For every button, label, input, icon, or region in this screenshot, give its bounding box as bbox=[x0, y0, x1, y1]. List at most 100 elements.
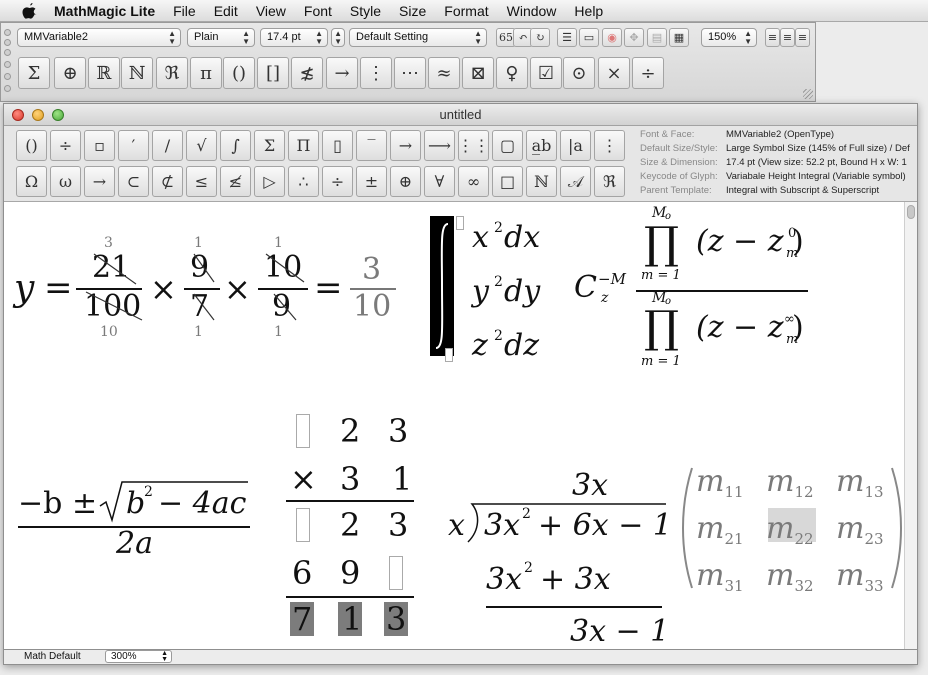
align-center-button[interactable]: ≡ bbox=[780, 28, 795, 47]
template-button[interactable]: ⋮ bbox=[594, 130, 625, 161]
palette-close-dot[interactable] bbox=[4, 29, 11, 36]
template-button[interactable]: √ bbox=[186, 130, 217, 161]
setting-popup[interactable]: Default Setting ▲ ▼ bbox=[349, 28, 487, 47]
palette-zoom-dot[interactable] bbox=[4, 49, 11, 56]
template-button[interactable]: ∞ bbox=[458, 166, 489, 197]
template-button[interactable]: ′ bbox=[118, 130, 149, 161]
menu-help[interactable]: Help bbox=[565, 0, 612, 22]
template-button[interactable]: ≤ bbox=[186, 166, 217, 197]
empty-slot[interactable] bbox=[296, 414, 310, 448]
template-button[interactable]: ⊕ bbox=[390, 166, 421, 197]
template-button[interactable]: ⊂ bbox=[118, 166, 149, 197]
template-button[interactable]: ∀ bbox=[424, 166, 455, 197]
template-button[interactable]: ± bbox=[356, 166, 387, 197]
style-popup[interactable]: Plain ▲ ▼ bbox=[187, 28, 255, 47]
palette-minimize-dot[interactable] bbox=[4, 39, 11, 46]
list-view-button[interactable]: ☰ bbox=[557, 28, 577, 47]
symbol-sum-button[interactable]: Σ bbox=[18, 57, 50, 89]
symbol-fraktur-button[interactable]: ℜ bbox=[156, 57, 188, 89]
font-popup[interactable]: MMVariable2 ▲ ▼ bbox=[17, 28, 181, 47]
template-button[interactable]: → bbox=[390, 130, 421, 161]
template-button[interactable]: Π bbox=[288, 130, 319, 161]
menu-format[interactable]: Format bbox=[435, 0, 497, 22]
template-button[interactable]: ‾ bbox=[356, 130, 387, 161]
menu-style[interactable]: Style bbox=[341, 0, 390, 22]
template-button[interactable]: ⊄ bbox=[152, 166, 183, 197]
template-button[interactable]: ∫ bbox=[220, 130, 251, 161]
matrix-cell[interactable]: m12 bbox=[766, 464, 814, 501]
symbol-oplus-button[interactable]: ⊕ bbox=[54, 57, 86, 89]
template-button[interactable]: ⟶ bbox=[424, 130, 455, 161]
menu-file[interactable]: File bbox=[164, 0, 205, 22]
menu-window[interactable]: Window bbox=[498, 0, 566, 22]
symbol-checkbox-button[interactable]: ☑ bbox=[530, 57, 562, 89]
template-button[interactable]: |a bbox=[560, 130, 591, 161]
apple-icon[interactable] bbox=[20, 2, 38, 20]
color-button[interactable]: ◉ bbox=[602, 28, 622, 47]
template-button[interactable]: → bbox=[84, 166, 115, 197]
empty-slot[interactable] bbox=[296, 508, 310, 542]
layout-button[interactable]: ▤ bbox=[647, 28, 667, 47]
size-popup[interactable]: 17.4 pt ▲ ▼ bbox=[260, 28, 328, 47]
template-button[interactable]: Ω bbox=[16, 166, 47, 197]
template-button[interactable]: ÷ bbox=[50, 130, 81, 161]
matrix-cell[interactable]: m21 bbox=[696, 511, 744, 548]
symbol-approx-button[interactable]: ≈ bbox=[428, 57, 460, 89]
template-button[interactable]: □ bbox=[492, 166, 523, 197]
vertical-scrollbar[interactable] bbox=[904, 202, 917, 649]
symbol-odot-button[interactable]: ⊙ bbox=[563, 57, 595, 89]
template-button[interactable]: ∴ bbox=[288, 166, 319, 197]
template-button[interactable]: () bbox=[16, 130, 47, 161]
menu-app-name[interactable]: MathMagic Lite bbox=[50, 0, 164, 22]
template-button[interactable]: ▯ bbox=[322, 130, 353, 161]
symbol-female-button[interactable]: ♀ bbox=[496, 57, 528, 89]
symbol-arrow-button[interactable]: → bbox=[326, 57, 358, 89]
matrix-cell[interactable]: m32 bbox=[766, 558, 814, 595]
menu-size[interactable]: Size bbox=[390, 0, 435, 22]
empty-slot[interactable] bbox=[389, 556, 403, 590]
lower-limit-slot[interactable] bbox=[445, 348, 453, 362]
preview-button[interactable]: ▭ bbox=[579, 28, 599, 47]
symbol-naturals-button[interactable]: ℕ bbox=[121, 57, 153, 89]
template-button[interactable]: ▢ bbox=[492, 130, 523, 161]
align-left-button[interactable]: ≡ bbox=[765, 28, 780, 47]
upper-limit-slot[interactable] bbox=[456, 216, 464, 230]
template-button[interactable]: ℜ bbox=[594, 166, 625, 197]
matrix-cell[interactable]: m23 bbox=[836, 511, 884, 548]
symbol-reals-button[interactable]: ℝ bbox=[88, 57, 120, 89]
menu-font[interactable]: Font bbox=[295, 0, 341, 22]
canvas-zoom-popup[interactable]: 300% ▲ ▼ bbox=[105, 650, 172, 663]
matrix-cell[interactable]: m13 bbox=[836, 464, 884, 501]
matrix-cell[interactable]: m33 bbox=[836, 558, 884, 595]
template-button[interactable]: ▷ bbox=[254, 166, 285, 197]
symbol-hdots-button[interactable]: ⋯ bbox=[394, 57, 426, 89]
symbol-parens-button[interactable]: () bbox=[223, 57, 255, 89]
template-button[interactable]: 𝒜 bbox=[560, 166, 591, 197]
template-button[interactable]: / bbox=[152, 130, 183, 161]
zoom-popup[interactable]: 150% ▲ ▼ bbox=[701, 28, 757, 47]
move-button[interactable]: ✥ bbox=[624, 28, 644, 47]
matrix-cell[interactable]: m22 bbox=[766, 511, 814, 548]
template-button[interactable]: a̲b bbox=[526, 130, 557, 161]
symbol-divide-button[interactable]: ÷ bbox=[632, 57, 664, 89]
template-button[interactable]: ⋮⋮ bbox=[458, 130, 490, 161]
equation-canvas[interactable]: y = 3 21 100 10 × 1 9 7 1 × 1 10 9 1 = 3… bbox=[4, 202, 904, 649]
template-button[interactable]: Σ bbox=[254, 130, 285, 161]
menu-edit[interactable]: Edit bbox=[205, 0, 247, 22]
template-button[interactable]: ▫ bbox=[84, 130, 115, 161]
symbol-brackets-button[interactable]: [] bbox=[257, 57, 289, 89]
template-button[interactable]: ℕ bbox=[526, 166, 557, 197]
template-button[interactable]: ≰ bbox=[220, 166, 251, 197]
symbol-times-button[interactable]: × bbox=[598, 57, 630, 89]
template-button[interactable]: ÷ bbox=[322, 166, 353, 197]
template-button[interactable]: ω bbox=[50, 166, 81, 197]
size-stepper[interactable]: ▲ ▼ bbox=[331, 28, 345, 47]
palette-resize-grip[interactable] bbox=[803, 89, 813, 99]
matrix-cell[interactable]: m31 bbox=[696, 558, 744, 595]
symbol-pi-button[interactable]: π bbox=[190, 57, 222, 89]
symbol-boxtimes-button[interactable]: ⊠ bbox=[462, 57, 494, 89]
template-button[interactable]: ▦ bbox=[669, 28, 689, 47]
redo-button[interactable]: ↻ bbox=[530, 28, 550, 47]
menu-view[interactable]: View bbox=[247, 0, 295, 22]
scrollbar-thumb[interactable] bbox=[907, 205, 915, 219]
